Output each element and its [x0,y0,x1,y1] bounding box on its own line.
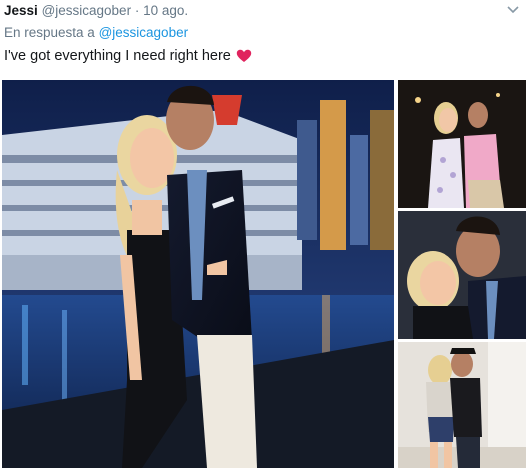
main-couple-photo[interactable] [2,80,394,468]
author-handle[interactable]: @jessicagober [42,3,132,18]
author-name[interactable]: Jessi [4,3,38,18]
couple-selfie-photo[interactable] [398,211,526,339]
couple-party-photo[interactable] [398,80,526,208]
chevron-down-icon[interactable] [506,4,520,16]
reply-handle-link[interactable]: @jessicagober [99,25,189,40]
reply-context: En respuesta a @jessicagober [4,25,188,40]
tweet-text: I've got everything I need right here [4,48,252,64]
media-grid [2,80,526,468]
heart-emoji-icon [236,49,252,62]
separator-dot: · [134,3,140,18]
tweet-date[interactable]: 10 ago. [143,3,188,18]
tweet-header: Jessi @jessicagober · 10 ago. [4,2,188,20]
tweet-text-content: I've got everything I need right here [4,48,231,64]
reply-prefix: En respuesta a [4,25,95,40]
couple-kiss-photo[interactable] [398,342,526,468]
